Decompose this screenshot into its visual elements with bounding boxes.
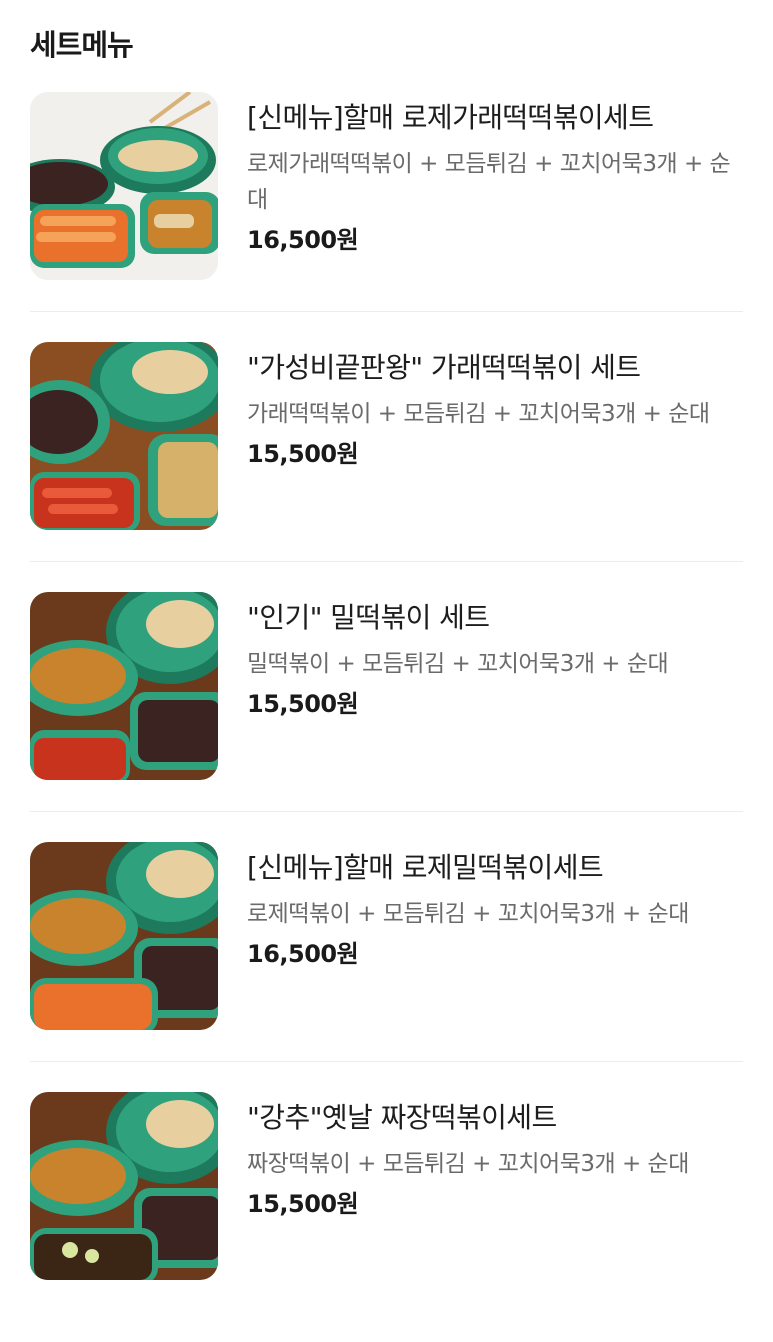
food-photo-icon — [30, 592, 218, 780]
menu-name: "인기" 밀떡볶이 세트 — [247, 601, 490, 634]
menu-price: 16,500원 — [247, 940, 359, 968]
divider — [30, 811, 743, 812]
menu-item[interactable]: "인기" 밀떡볶이 세트 밀떡볶이 + 모듬튀김 + 꼬치어묵3개 + 순대 1… — [0, 592, 773, 842]
divider — [30, 1061, 743, 1062]
menu-name: "강추"옛날 짜장떡볶이세트 — [247, 1101, 557, 1134]
divider — [30, 561, 743, 562]
menu-description: 짜장떡볶이 + 모듬튀김 + 꼬치어묵3개 + 순대 — [247, 1151, 689, 1177]
menu-info: [신메뉴]할매 로제밀떡볶이세트 로제떡볶이 + 모듬튀김 + 꼬치어묵3개 +… — [247, 848, 743, 971]
menu-info: [신메뉴]할매 로제가래떡떡볶이세트 로제가래떡떡볶이 + 모듬튀김 + 꼬치어… — [247, 98, 743, 257]
food-photo-icon — [30, 342, 218, 530]
menu-price: 15,500원 — [247, 1190, 359, 1218]
menu-name: [신메뉴]할매 로제가래떡떡볶이세트 — [247, 101, 654, 134]
menu-item[interactable]: [신메뉴]할매 로제밀떡볶이세트 로제떡볶이 + 모듬튀김 + 꼬치어묵3개 +… — [0, 842, 773, 1092]
menu-name: "가성비끝판왕" 가래떡떡볶이 세트 — [247, 351, 641, 384]
divider — [30, 311, 743, 312]
menu-item[interactable]: "강추"옛날 짜장떡볶이세트 짜장떡볶이 + 모듬튀김 + 꼬치어묵3개 + 순… — [0, 1092, 773, 1342]
menu-price: 15,500원 — [247, 690, 359, 718]
menu-info: "인기" 밀떡볶이 세트 밀떡볶이 + 모듬튀김 + 꼬치어묵3개 + 순대 1… — [247, 598, 743, 721]
menu-description: 밀떡볶이 + 모듬튀김 + 꼬치어묵3개 + 순대 — [247, 651, 669, 677]
section-title: 세트메뉴 — [30, 28, 134, 62]
menu-name: [신메뉴]할매 로제밀떡볶이세트 — [247, 851, 604, 884]
menu-description: 가래떡떡볶이 + 모듬튀김 + 꼬치어묵3개 + 순대 — [247, 401, 710, 427]
menu-item[interactable]: [신메뉴]할매 로제가래떡떡볶이세트 로제가래떡떡볶이 + 모듬튀김 + 꼬치어… — [0, 92, 773, 342]
food-photo-icon — [30, 842, 218, 1030]
menu-list: [신메뉴]할매 로제가래떡떡볶이세트 로제가래떡떡볶이 + 모듬튀김 + 꼬치어… — [0, 92, 773, 1342]
menu-price: 15,500원 — [247, 440, 359, 468]
menu-info: "가성비끝판왕" 가래떡떡볶이 세트 가래떡떡볶이 + 모듬튀김 + 꼬치어묵3… — [247, 348, 743, 471]
menu-item[interactable]: "가성비끝판왕" 가래떡떡볶이 세트 가래떡떡볶이 + 모듬튀김 + 꼬치어묵3… — [0, 342, 773, 592]
menu-info: "강추"옛날 짜장떡볶이세트 짜장떡볶이 + 모듬튀김 + 꼬치어묵3개 + 순… — [247, 1098, 743, 1221]
food-photo-icon — [30, 1092, 218, 1280]
menu-description: 로제떡볶이 + 모듬튀김 + 꼬치어묵3개 + 순대 — [247, 901, 689, 927]
menu-description: 로제가래떡떡볶이 + 모듬튀김 + 꼬치어묵3개 + 순대 — [247, 151, 731, 213]
food-photo-icon — [30, 92, 218, 280]
menu-price: 16,500원 — [247, 226, 359, 254]
